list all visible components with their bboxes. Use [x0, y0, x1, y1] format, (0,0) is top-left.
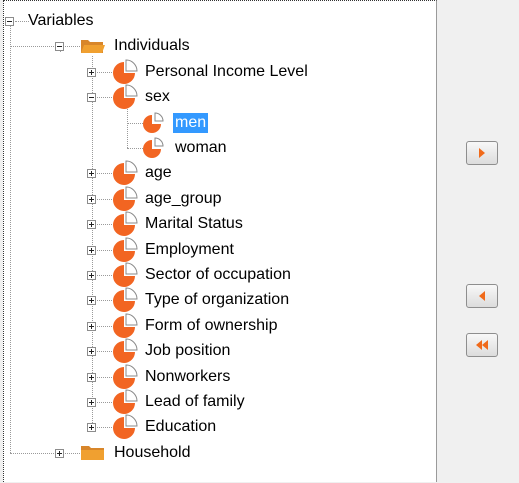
expand-icon[interactable] — [87, 347, 96, 357]
expand-icon[interactable] — [87, 398, 96, 407]
tree-node-label[interactable]: Variables — [26, 11, 96, 31]
tree-node-label[interactable]: age_group — [143, 189, 224, 209]
tree-node-label[interactable]: age — [143, 163, 174, 183]
folder-open-icon — [81, 40, 105, 54]
collapse-icon[interactable] — [55, 42, 64, 52]
collapse-icon[interactable] — [5, 17, 14, 26]
tree-node-label[interactable]: Personal Income Level — [143, 62, 310, 82]
tree-node-label[interactable]: Marital Status — [143, 214, 245, 234]
tree-connector-line — [10, 452, 80, 454]
tree-node-label[interactable]: Employment — [143, 240, 236, 260]
tree-node-label[interactable]: sex — [143, 87, 172, 107]
expand-icon[interactable] — [87, 220, 96, 230]
tree-node-label[interactable]: Household — [112, 443, 193, 463]
pie-chart-icon — [113, 211, 138, 237]
pie-chart-icon — [113, 186, 138, 211]
tree-node-label[interactable]: Lead of family — [143, 392, 247, 412]
pie-chart-icon — [113, 389, 138, 414]
pie-chart-icon-wrap — [112, 414, 138, 445]
expand-icon[interactable] — [87, 194, 96, 204]
tree-connector-line — [10, 46, 80, 48]
variables-tree-panel[interactable]: Variables Individuals Personal Income Le… — [3, 0, 437, 482]
tree-node-label[interactable]: Education — [143, 417, 218, 437]
folder-open-icon-wrap — [80, 36, 106, 61]
tree-node-label[interactable]: woman — [173, 138, 229, 158]
expand-icon[interactable] — [87, 372, 96, 382]
pie-chart-icon — [113, 313, 138, 338]
pie-chart-icon — [113, 338, 138, 364]
tree-node-label[interactable]: Nonworkers — [143, 367, 232, 387]
expand-icon[interactable] — [87, 245, 96, 255]
tree-node-label[interactable]: Type of organization — [143, 290, 291, 310]
pie-slice-icon — [143, 112, 164, 133]
arrow-left-icon — [479, 291, 485, 301]
move-right-button[interactable] — [466, 141, 498, 165]
pie-chart-icon-wrap — [112, 84, 138, 115]
folder-closed-icon-wrap — [80, 443, 106, 468]
tree-connector-line — [10, 26, 11, 453]
expand-icon[interactable] — [87, 321, 96, 331]
collapse-icon[interactable] — [87, 93, 96, 103]
expand-icon[interactable] — [55, 448, 64, 458]
variables-tree[interactable]: Variables Individuals Personal Income Le… — [4, 1, 436, 482]
move-all-left-button[interactable] — [466, 333, 498, 357]
tree-node-label[interactable]: Form of ownership — [143, 316, 280, 336]
arrow-right-icon — [479, 148, 485, 158]
expand-icon[interactable] — [87, 67, 96, 77]
expand-icon[interactable] — [87, 169, 96, 179]
pie-chart-icon — [113, 414, 138, 440]
expand-icon[interactable] — [87, 271, 96, 280]
pie-chart-icon — [113, 160, 138, 186]
pie-chart-icon — [113, 84, 138, 110]
expand-icon[interactable] — [87, 296, 96, 306]
pie-chart-icon — [113, 237, 138, 262]
tree-node-label[interactable]: men — [173, 112, 209, 133]
expand-icon[interactable] — [87, 423, 96, 433]
pie-slice-icon-wrap — [141, 135, 167, 166]
pie-chart-icon — [113, 364, 138, 389]
tree-connector-line — [60, 51, 61, 53]
pie-chart-icon — [113, 287, 138, 313]
double-arrow-left-icon — [476, 340, 488, 350]
tree-node-label[interactable]: Sector of occupation — [143, 265, 293, 285]
pie-slice-icon — [143, 137, 164, 158]
pie-chart-icon — [113, 59, 138, 84]
move-left-button[interactable] — [466, 284, 498, 308]
folder-closed-icon — [81, 445, 104, 460]
tree-node-label[interactable]: Individuals — [112, 36, 192, 56]
pie-chart-icon — [113, 262, 138, 287]
tree-node-label[interactable]: Job position — [143, 341, 232, 361]
